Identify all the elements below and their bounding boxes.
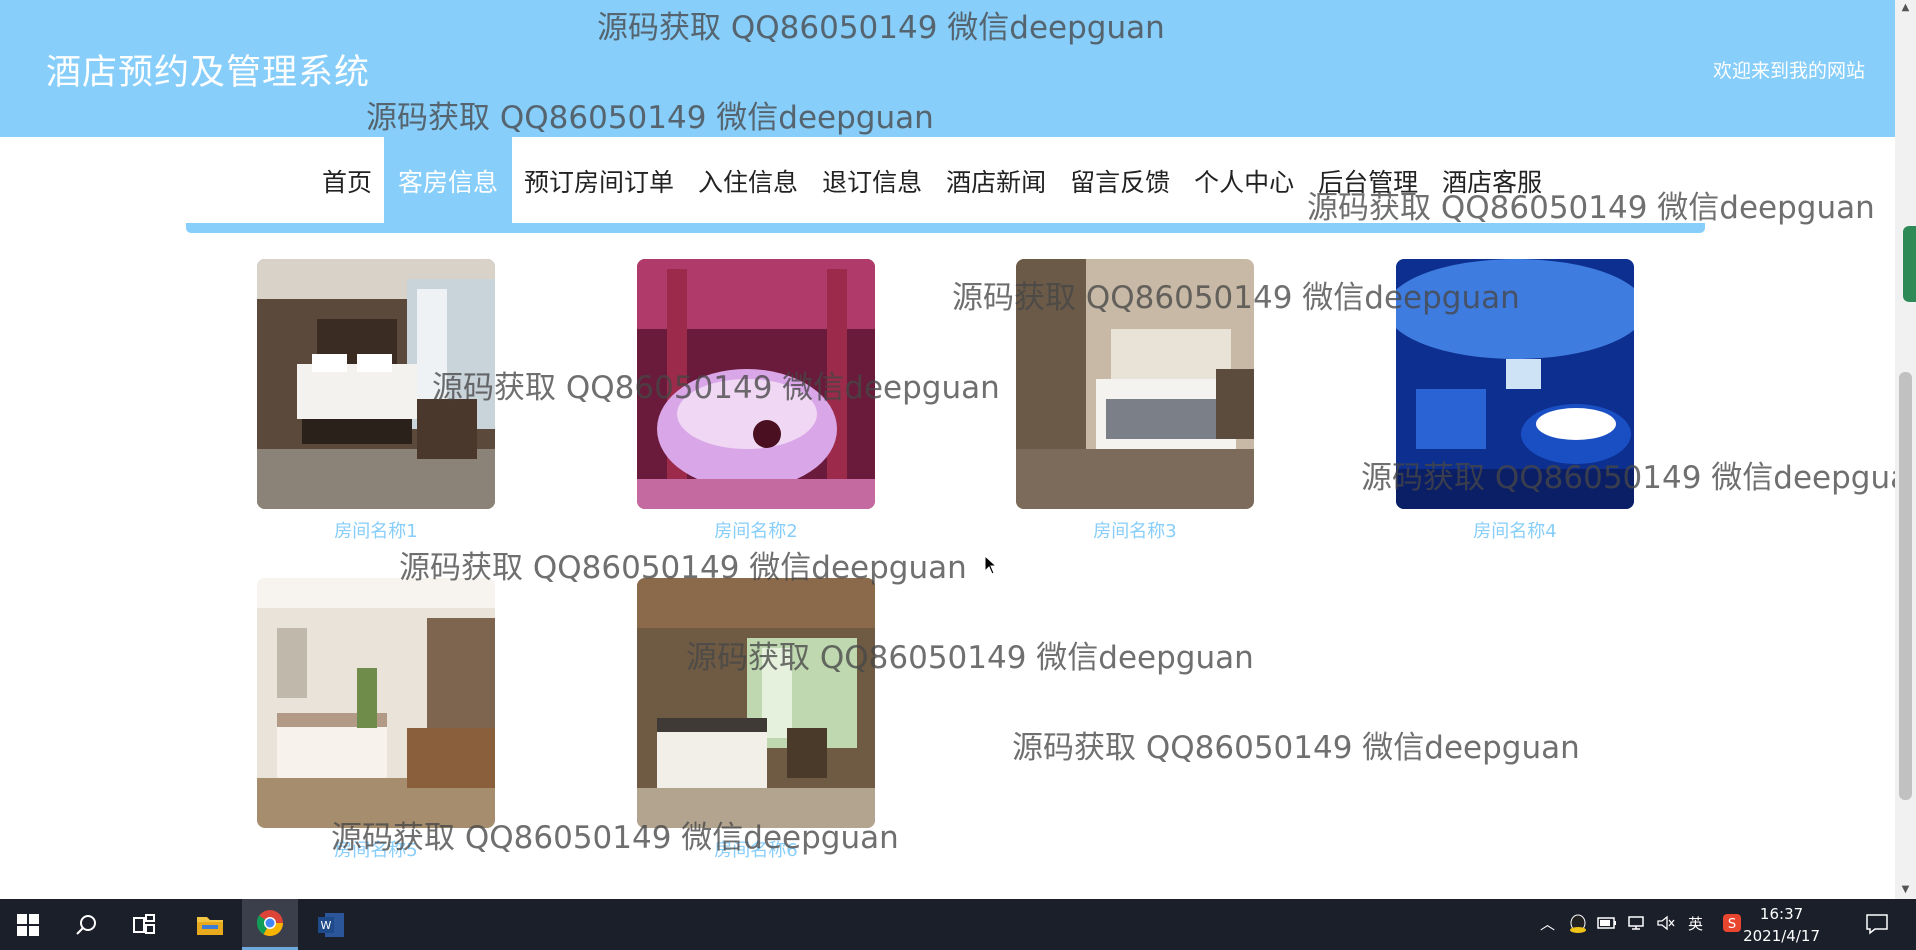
- room-photo[interactable]: [637, 578, 875, 828]
- room-name[interactable]: 房间名称6: [637, 836, 875, 862]
- qq-tray-icon[interactable]: [1569, 914, 1587, 938]
- notification-center-icon[interactable]: [1865, 913, 1889, 939]
- volume-muted-icon[interactable]: [1656, 915, 1676, 935]
- clock-date: 2021/4/17: [1743, 927, 1820, 945]
- windows-start-icon[interactable]: [0, 899, 56, 950]
- ime-indicator[interactable]: 英: [1688, 913, 1703, 934]
- svg-text:W: W: [321, 919, 332, 932]
- nav-checkin[interactable]: 入住信息: [686, 137, 810, 225]
- room-card[interactable]: 房间名称1: [257, 259, 495, 543]
- word-icon[interactable]: W: [303, 899, 359, 950]
- room-photo[interactable]: [257, 259, 495, 509]
- mouse-cursor-icon: [984, 555, 998, 575]
- room-card[interactable]: 房间名称5: [257, 578, 495, 862]
- side-gadget-icon[interactable]: [1903, 226, 1916, 302]
- room-photo[interactable]: [1016, 259, 1254, 509]
- nav-cancellation[interactable]: 退订信息: [810, 137, 934, 225]
- room-name[interactable]: 房间名称4: [1396, 517, 1634, 543]
- room-card[interactable]: 房间名称2: [637, 259, 875, 543]
- room-name[interactable]: 房间名称2: [637, 517, 875, 543]
- chrome-icon[interactable]: [242, 899, 298, 950]
- room-photo[interactable]: [637, 259, 875, 509]
- task-view-icon[interactable]: [116, 899, 172, 950]
- nav-admin[interactable]: 后台管理: [1306, 137, 1430, 225]
- sogou-ime-icon[interactable]: S: [1722, 913, 1742, 937]
- file-explorer-icon[interactable]: [182, 899, 238, 950]
- room-name[interactable]: 房间名称5: [257, 836, 495, 862]
- room-card[interactable]: 房间名称3: [1016, 259, 1254, 543]
- nav-booking-orders[interactable]: 预订房间订单: [512, 137, 686, 225]
- scroll-down-arrow-icon[interactable]: ▼: [1899, 884, 1912, 895]
- battery-icon[interactable]: [1597, 915, 1617, 935]
- nav-rooms[interactable]: 客房信息: [384, 137, 513, 225]
- room-name[interactable]: 房间名称3: [1016, 517, 1254, 543]
- scroll-up-arrow-icon[interactable]: ▲: [1899, 2, 1912, 13]
- room-photo[interactable]: [257, 578, 495, 828]
- room-card[interactable]: 房间名称4: [1396, 259, 1634, 543]
- nav-underline: [186, 223, 1705, 233]
- windows-taskbar: W ︿ 英 S: [0, 899, 1916, 950]
- search-icon[interactable]: [58, 899, 114, 950]
- nav-profile[interactable]: 个人中心: [1182, 137, 1306, 225]
- nav-home[interactable]: 首页: [310, 137, 384, 225]
- welcome-text: 欢迎来到我的网站: [1712, 60, 1865, 82]
- room-card[interactable]: 房间名称6: [637, 578, 875, 862]
- scrollbar-thumb[interactable]: [1899, 372, 1912, 800]
- nav-hotel-news[interactable]: 酒店新闻: [934, 137, 1058, 225]
- room-name[interactable]: 房间名称1: [257, 517, 495, 543]
- clock-time: 16:37: [1759, 905, 1804, 923]
- browser-viewport: 酒店预约及管理系统 欢迎来到我的网站 首页 客房信息 预订房间订单 入住信息 退…: [0, 0, 1895, 899]
- network-icon[interactable]: [1627, 915, 1647, 935]
- nav-customer-service[interactable]: 酒店客服: [1430, 137, 1554, 225]
- watermark-text: 源码获取 QQ86050149 微信deepguan: [1012, 730, 1580, 766]
- site-title: 酒店预约及管理系统: [46, 53, 371, 93]
- nav-feedback[interactable]: 留言反馈: [1058, 137, 1182, 225]
- main-nav: 首页 客房信息 预订房间订单 入住信息 退订信息 酒店新闻 留言反馈 个人中心 …: [310, 137, 1554, 225]
- tray-expand-icon[interactable]: ︿: [1540, 913, 1555, 934]
- svg-text:S: S: [1728, 917, 1736, 932]
- site-header: 酒店预约及管理系统 欢迎来到我的网站: [0, 0, 1895, 137]
- room-photo[interactable]: [1396, 259, 1634, 509]
- taskbar-clock[interactable]: 16:37 2021/4/17: [1743, 903, 1820, 947]
